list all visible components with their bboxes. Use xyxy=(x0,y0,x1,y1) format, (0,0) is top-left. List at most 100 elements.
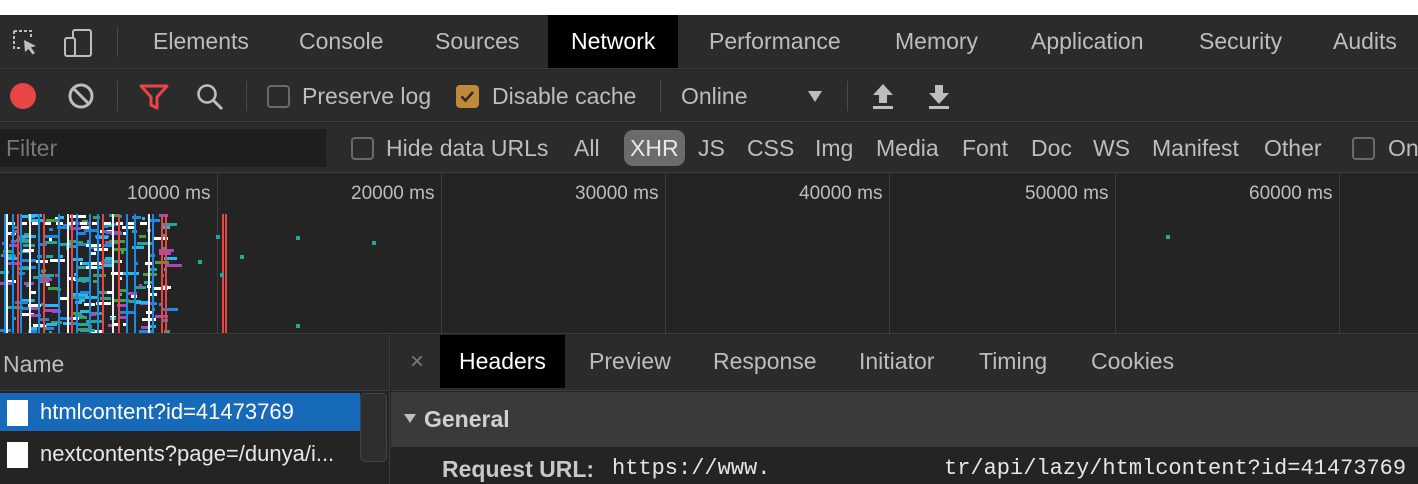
tab-console[interactable]: Console xyxy=(276,15,406,68)
detail-tab-headers[interactable]: Headers xyxy=(440,335,565,388)
type-filter-manifest[interactable]: Manifest xyxy=(1152,123,1239,173)
activity-bar xyxy=(139,330,152,333)
detail-tab-response[interactable]: Response xyxy=(694,335,836,388)
checkmark-icon xyxy=(460,91,474,103)
activity-bar xyxy=(91,252,96,255)
tab-network[interactable]: Network xyxy=(548,15,679,68)
type-filter-doc[interactable]: Doc xyxy=(1031,123,1072,173)
detail-tab-timing[interactable]: Timing xyxy=(960,335,1066,388)
clear-icon[interactable] xyxy=(67,82,95,116)
activity-bar xyxy=(109,240,125,243)
type-filter-media[interactable]: Media xyxy=(876,123,939,173)
request-url-row: Request URL: https://www. tr/api/lazy/ht… xyxy=(391,448,1418,484)
record-icon[interactable] xyxy=(10,83,36,109)
search-icon[interactable] xyxy=(195,82,225,118)
toolbar-separator xyxy=(847,81,848,111)
filter-input[interactable] xyxy=(0,129,326,167)
dom-content-loaded-line xyxy=(38,214,40,333)
request-row[interactable]: nextcontents?page=/dunya/i... xyxy=(0,435,360,473)
activity-bar xyxy=(36,260,48,263)
activity-bar xyxy=(46,255,53,258)
name-column-label: Name xyxy=(3,351,65,377)
activity-bar xyxy=(119,316,126,319)
disable-cache-checkbox[interactable] xyxy=(456,85,479,108)
type-filter-js[interactable]: JS xyxy=(698,123,725,173)
type-filter-img[interactable]: Img xyxy=(815,123,853,173)
type-filter-other[interactable]: Other xyxy=(1264,123,1322,173)
throttling-select[interactable]: Online xyxy=(672,70,832,122)
activity-bar xyxy=(139,235,146,238)
network-overview[interactable]: 10000 ms 20000 ms 30000 ms 40000 ms 5000… xyxy=(0,174,1418,334)
activity-bar xyxy=(104,244,113,247)
activity-bar xyxy=(104,222,111,225)
activity-bar xyxy=(81,215,86,218)
tab-bar-separator xyxy=(117,27,118,57)
toolbar-separator xyxy=(246,81,247,111)
tab-sources[interactable]: Sources xyxy=(412,15,542,68)
activity-bar xyxy=(166,264,182,267)
tab-audits[interactable]: Audits xyxy=(1310,15,1418,68)
hide-data-urls-checkbox[interactable] xyxy=(351,137,374,160)
disable-cache-label: Disable cache xyxy=(492,83,637,109)
trailing-filter-checkbox[interactable] xyxy=(1352,137,1375,160)
detail-tab-initiator[interactable]: Initiator xyxy=(840,335,953,388)
activity-bar xyxy=(100,297,111,300)
general-section-header[interactable]: General xyxy=(391,392,1418,447)
request-name: htmlcontent?id=41473769 xyxy=(40,399,294,424)
request-row[interactable]: htmlcontent?id=41473769 xyxy=(0,393,360,431)
activity-bar xyxy=(49,228,53,231)
activity-bar xyxy=(77,323,89,326)
type-filter-all[interactable]: All xyxy=(574,123,600,173)
activity-bar xyxy=(137,242,153,245)
filter-bar: Hide data URLs All XHR JS CSS Img Media … xyxy=(0,123,1418,173)
export-har-icon[interactable] xyxy=(926,82,952,116)
load-event-line xyxy=(102,214,104,333)
request-list: htmlcontent?id=41473769 nextcontents?pag… xyxy=(0,392,390,484)
type-filter-css[interactable]: CSS xyxy=(747,123,794,173)
import-har-icon[interactable] xyxy=(870,82,896,116)
tab-security[interactable]: Security xyxy=(1176,15,1305,68)
activity-bar xyxy=(108,324,112,327)
activity-bar xyxy=(123,272,139,275)
activity-bar xyxy=(104,230,107,233)
activity-bar xyxy=(94,248,108,251)
activity-bar xyxy=(121,251,124,254)
activity-bar xyxy=(120,289,126,292)
name-column-header[interactable]: Name xyxy=(0,335,390,391)
activity-line xyxy=(67,214,69,333)
request-url-value-end: tr/api/lazy/htmlcontent?id=41473769 xyxy=(944,456,1407,481)
tab-application[interactable]: Application xyxy=(1008,15,1167,68)
tab-memory[interactable]: Memory xyxy=(872,15,1001,68)
filter-icon[interactable] xyxy=(139,83,169,117)
dom-content-loaded-line xyxy=(89,214,91,333)
close-icon[interactable]: × xyxy=(410,348,424,376)
activity-bar xyxy=(60,243,66,246)
load-event-line xyxy=(161,214,163,333)
tab-performance[interactable]: Performance xyxy=(686,15,864,68)
document-icon xyxy=(7,442,28,468)
inspect-element-icon[interactable] xyxy=(10,27,40,57)
activity-bar xyxy=(139,284,142,287)
activity-bar xyxy=(81,226,90,229)
activity-bar xyxy=(132,216,141,219)
tab-elements[interactable]: Elements xyxy=(130,15,272,68)
activity-line xyxy=(6,214,8,333)
activity-line xyxy=(112,214,114,333)
activity-bar xyxy=(122,226,135,229)
activity-dot xyxy=(372,241,376,245)
activity-bar xyxy=(103,264,112,267)
document-icon xyxy=(7,400,28,426)
device-toolbar-icon[interactable] xyxy=(62,27,92,57)
activity-dot xyxy=(1166,235,1170,239)
request-detail-tabs: × Headers Preview Response Initiator Tim… xyxy=(391,335,1418,391)
preserve-log-checkbox[interactable] xyxy=(267,85,290,108)
activity-bar xyxy=(80,291,90,294)
detail-tab-preview[interactable]: Preview xyxy=(570,335,690,388)
activity-bar xyxy=(84,266,99,269)
preserve-log-label: Preserve log xyxy=(302,83,432,109)
type-filter-xhr[interactable]: XHR xyxy=(624,130,685,166)
type-filter-ws[interactable]: WS xyxy=(1093,123,1130,173)
detail-tab-cookies[interactable]: Cookies xyxy=(1072,335,1193,388)
request-list-scrollbar[interactable] xyxy=(360,393,387,462)
type-filter-font[interactable]: Font xyxy=(962,123,1008,173)
